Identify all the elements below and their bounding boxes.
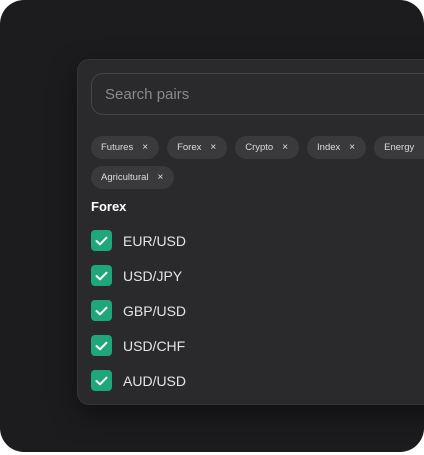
filter-chip-label: Futures [101, 142, 134, 153]
search-box[interactable] [91, 73, 424, 115]
close-icon[interactable]: × [210, 142, 216, 153]
list-item[interactable]: EUR/USD [91, 223, 186, 258]
list-item[interactable]: GBP/USD [91, 293, 186, 328]
list-item[interactable]: USD/JPY [91, 258, 186, 293]
filter-chip-futures[interactable]: Futures × [91, 136, 160, 159]
check-icon [95, 271, 108, 280]
check-icon [95, 306, 108, 315]
pair-label: USD/CHF [123, 337, 186, 354]
filter-chip-label: Agricultural [101, 172, 149, 183]
pair-label: GBP/USD [123, 302, 187, 319]
filter-chip-label: Crypto [245, 142, 274, 153]
checkbox-checked[interactable] [91, 370, 112, 391]
check-icon [95, 236, 108, 245]
filter-chip-crypto[interactable]: Crypto × [235, 136, 300, 159]
check-icon [95, 376, 108, 385]
filter-chips: Futures × Forex × Crypto × Index × Energ… [91, 136, 424, 196]
close-icon[interactable]: × [282, 142, 288, 153]
checkbox-checked[interactable] [91, 230, 112, 251]
checkbox-checked[interactable] [91, 335, 112, 356]
close-icon[interactable]: × [158, 172, 164, 183]
filter-chip-forex[interactable]: Forex × [167, 136, 228, 159]
pair-label: USD/JPY [123, 267, 183, 284]
check-icon [95, 341, 108, 350]
checkbox-checked[interactable] [91, 300, 112, 321]
filter-chip-label: Index [317, 142, 341, 153]
section-title: Forex [91, 199, 127, 214]
filter-chip-energy[interactable]: Energy × [374, 136, 424, 159]
pair-selector-panel: Futures × Forex × Crypto × Index × Energ… [77, 59, 424, 405]
list-item[interactable]: USD/CHF [91, 328, 186, 363]
app-background: Futures × Forex × Crypto × Index × Energ… [0, 0, 424, 452]
list-item[interactable]: AUD/USD [91, 363, 186, 398]
close-icon[interactable]: × [349, 142, 355, 153]
filter-chip-label: Energy [384, 142, 415, 153]
close-icon[interactable]: × [142, 142, 148, 153]
pair-label: AUD/USD [123, 372, 187, 389]
checkbox-checked[interactable] [91, 265, 112, 286]
filter-chip-label: Forex [177, 142, 202, 153]
pair-list: EUR/USD USD/JPY GBP/USD USD/CHF AUD/USD [91, 223, 186, 398]
search-input[interactable] [92, 85, 405, 103]
filter-chip-index[interactable]: Index × [307, 136, 367, 159]
pair-label: EUR/USD [123, 232, 187, 249]
filter-chip-agricultural[interactable]: Agricultural × [91, 166, 175, 189]
